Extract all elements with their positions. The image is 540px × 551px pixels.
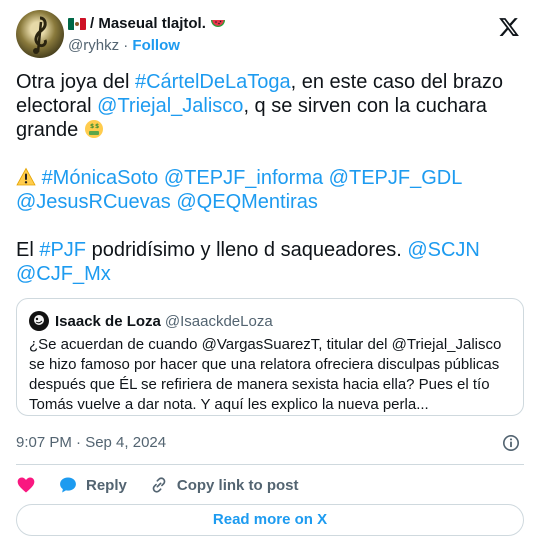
author-handle-row: @ryhkz · Follow bbox=[68, 36, 226, 56]
svg-text:$: $ bbox=[95, 123, 99, 130]
hashtag-link[interactable]: #PJF bbox=[39, 239, 86, 261]
post-actions: Reply Copy link to post bbox=[16, 474, 321, 496]
post-header: / Maseual tlajtol. @ryhkz · Follow bbox=[16, 10, 524, 62]
author-names: / Maseual tlajtol. @ryhkz · Follow bbox=[68, 14, 226, 56]
hashtag-link[interactable]: #CártelDeLaToga bbox=[135, 71, 291, 93]
post-paragraph-2: #MónicaSoto @TEPJF_informa @TEPJF_GDL @J… bbox=[16, 166, 516, 214]
copy-link-label: Copy link to post bbox=[176, 476, 299, 494]
author-name-text: / Maseual tlajtol. bbox=[90, 15, 206, 32]
warning-icon bbox=[16, 167, 36, 186]
reply-button[interactable]: Reply bbox=[58, 475, 127, 495]
info-icon[interactable] bbox=[502, 434, 520, 452]
post-text-segment: Otra joya del bbox=[16, 71, 135, 93]
read-more-button[interactable]: Read more on X bbox=[16, 504, 524, 536]
money-mouth-face-icon: $ $ bbox=[84, 120, 103, 138]
post-text: Otra joya del #CártelDeLaToga, en este c… bbox=[16, 70, 516, 286]
mention-link[interactable]: @SCJN bbox=[407, 239, 480, 261]
like-button[interactable] bbox=[16, 475, 36, 495]
mention-link[interactable]: @CJF_Mx bbox=[16, 263, 111, 285]
author-display-name[interactable]: / Maseual tlajtol. bbox=[68, 14, 226, 34]
author-avatar[interactable] bbox=[16, 10, 64, 58]
link-icon bbox=[152, 477, 166, 493]
post-paragraph-1: Otra joya del #CártelDeLaToga, en este c… bbox=[16, 70, 516, 142]
hashtag-link[interactable]: #MónicaSoto bbox=[42, 167, 159, 189]
mention-link[interactable]: @Triejal_Jalisco bbox=[97, 95, 243, 117]
post-timestamp[interactable]: 9:07 PM · Sep 4, 2024 bbox=[16, 433, 166, 453]
author-handle[interactable]: @ryhkz bbox=[68, 37, 119, 54]
svg-text:$: $ bbox=[90, 123, 94, 130]
reply-bubble-icon bbox=[60, 477, 76, 493]
mention-link[interactable]: @TEPJF_GDL bbox=[329, 167, 462, 189]
quoted-post[interactable]: Isaack de Loza @IsaackdeLoza ¿Se acuerda… bbox=[16, 298, 524, 416]
mention-link[interactable]: @JesusRCuevas bbox=[16, 191, 171, 213]
post-text-segment: El bbox=[16, 239, 40, 261]
follow-button[interactable]: Follow bbox=[132, 37, 180, 54]
x-logo-icon[interactable] bbox=[498, 16, 520, 38]
quoted-post-header: Isaack de Loza @IsaackdeLoza bbox=[29, 311, 273, 331]
quoted-author-avatar bbox=[29, 311, 49, 331]
reply-label: Reply bbox=[86, 476, 127, 494]
quoted-post-text: ¿Se acuerdan de cuando @VargasSuarezT, t… bbox=[29, 336, 502, 413]
mention-link[interactable]: @TEPJF_informa bbox=[164, 167, 323, 189]
post-paragraph-3: El #PJF podridísimo y lleno d saqueadore… bbox=[16, 238, 516, 286]
handle-separator: · bbox=[123, 37, 129, 54]
mention-link[interactable]: @QEQMentiras bbox=[176, 191, 317, 213]
heart-icon bbox=[17, 477, 35, 493]
watermelon-icon bbox=[210, 20, 225, 27]
quoted-author-name: Isaack de Loza bbox=[55, 312, 161, 330]
copy-link-button[interactable]: Copy link to post bbox=[149, 475, 299, 495]
post-text-segment: podridísimo y lleno d saqueadores. bbox=[86, 239, 408, 261]
mexico-flag-icon bbox=[68, 18, 86, 30]
embedded-post-card: / Maseual tlajtol. @ryhkz · Follow Otra … bbox=[0, 0, 540, 551]
divider bbox=[16, 464, 524, 465]
quoted-author-handle: @IsaackdeLoza bbox=[164, 312, 273, 330]
